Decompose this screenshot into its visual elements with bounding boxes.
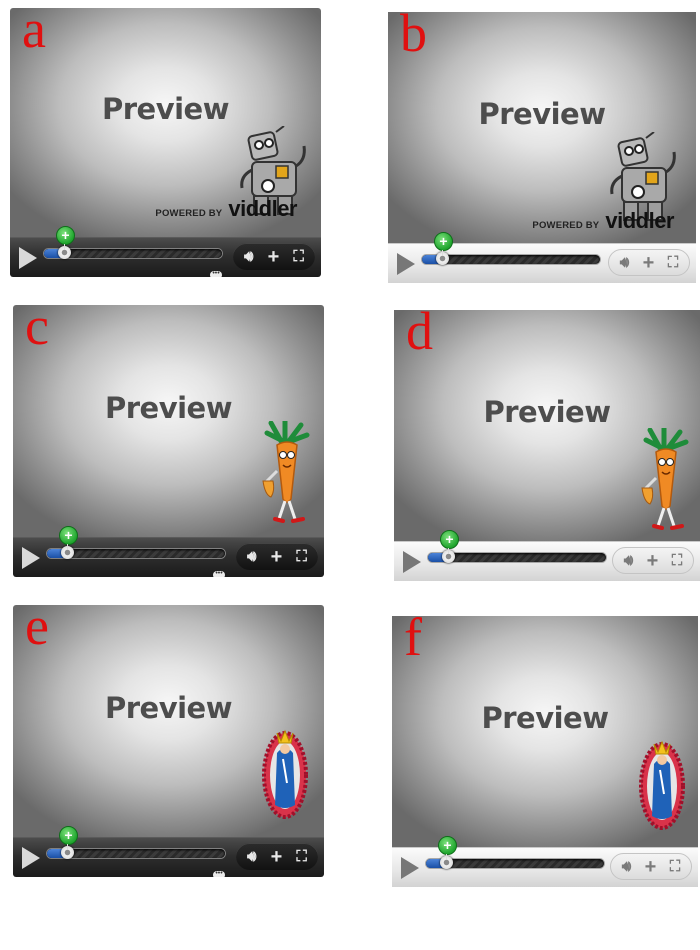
brand-logo: viddler bbox=[605, 208, 674, 233]
add-icon[interactable]: + bbox=[645, 857, 657, 877]
control-bar: + … 🔊︎ + ⛶ bbox=[388, 232, 696, 283]
panel-letter: e bbox=[25, 605, 49, 656]
panel-letter: b bbox=[400, 12, 427, 63]
add-comment-marker-icon[interactable]: + bbox=[56, 226, 75, 249]
carrot-icon bbox=[641, 428, 689, 530]
progress-track[interactable]: + ••• bbox=[47, 826, 225, 877]
player-controls: 🔊︎ + ⛶ bbox=[608, 249, 690, 276]
progress-track[interactable]: + … bbox=[428, 530, 606, 581]
add-icon[interactable]: + bbox=[271, 847, 283, 867]
add-icon[interactable]: + bbox=[643, 253, 655, 273]
powered-by-label: POWERED BY bbox=[532, 220, 600, 231]
video-screen[interactable]: d Preview bbox=[394, 310, 700, 542]
preview-label: Preview bbox=[104, 690, 233, 725]
fullscreen-icon[interactable]: ⛶ bbox=[296, 849, 307, 864]
comment-icon[interactable]: ••• bbox=[210, 270, 222, 277]
add-icon[interactable]: + bbox=[647, 551, 659, 571]
saint-medallion-icon bbox=[639, 740, 685, 830]
player-controls: 🔊︎ + ⛶ bbox=[236, 543, 318, 570]
fullscreen-icon[interactable]: ⛶ bbox=[672, 553, 683, 568]
panel-letter: d bbox=[406, 310, 433, 361]
add-icon[interactable]: + bbox=[268, 247, 280, 267]
video-screen[interactable]: a Preview POWERED BY viddler bbox=[10, 8, 321, 238]
play-icon[interactable] bbox=[401, 857, 419, 879]
progress-track[interactable]: + ••• bbox=[44, 226, 222, 277]
comment-icon[interactable]: … bbox=[592, 881, 604, 888]
play-icon[interactable] bbox=[19, 247, 37, 269]
player-f: f Preview + … 🔊︎ + ⛶ bbox=[392, 616, 698, 887]
powered-by-branding[interactable]: POWERED BY viddler bbox=[155, 196, 297, 222]
saint-medallion-icon bbox=[262, 729, 308, 819]
progress-track[interactable]: + … bbox=[422, 232, 600, 283]
fullscreen-icon[interactable]: ⛶ bbox=[668, 255, 679, 270]
comment-icon[interactable]: ••• bbox=[213, 570, 225, 577]
player-d: d Preview + … 🔊︎ + ⛶ bbox=[394, 310, 700, 581]
player-controls: 🔊︎ + ⛶ bbox=[612, 547, 694, 574]
add-icon[interactable]: + bbox=[271, 547, 283, 567]
control-bar: + … 🔊︎ + ⛶ bbox=[394, 530, 700, 581]
play-icon[interactable] bbox=[397, 253, 415, 275]
panel-letter: c bbox=[25, 305, 49, 356]
volume-icon[interactable]: 🔊︎ bbox=[624, 553, 633, 568]
progress-track[interactable]: + ••• bbox=[47, 526, 225, 577]
control-bar: + ••• 🔊︎ + ⛶ bbox=[13, 526, 324, 577]
player-c: c Preview + ••• 🔊︎ + ⛶ bbox=[13, 305, 324, 577]
volume-icon[interactable]: 🔊︎ bbox=[247, 549, 256, 564]
player-a: a Preview POWERED BY viddler + ••• 🔊︎ + … bbox=[10, 8, 321, 277]
powered-by-label: POWERED BY bbox=[155, 208, 223, 219]
video-screen[interactable]: c Preview bbox=[13, 305, 324, 538]
volume-icon[interactable]: 🔊︎ bbox=[247, 849, 256, 864]
add-comment-marker-icon[interactable]: + bbox=[440, 530, 459, 553]
brand-logo: viddler bbox=[228, 196, 297, 221]
video-screen[interactable]: f Preview bbox=[392, 616, 698, 848]
play-icon[interactable] bbox=[22, 847, 40, 869]
volume-icon[interactable]: 🔊︎ bbox=[620, 255, 629, 270]
player-controls: 🔊︎ + ⛶ bbox=[233, 243, 315, 270]
preview-label: Preview bbox=[101, 92, 230, 127]
video-screen[interactable]: b Preview POWERED BY viddler bbox=[388, 12, 696, 244]
comment-icon[interactable]: … bbox=[588, 277, 600, 284]
play-icon[interactable] bbox=[403, 551, 421, 573]
play-icon[interactable] bbox=[22, 547, 40, 569]
fullscreen-icon[interactable]: ⛶ bbox=[296, 549, 307, 564]
control-bar: + ••• 🔊︎ + ⛶ bbox=[13, 826, 324, 877]
control-bar: + … 🔊︎ + ⛶ bbox=[392, 836, 698, 887]
fullscreen-icon[interactable]: ⛶ bbox=[670, 859, 681, 874]
fullscreen-icon[interactable]: ⛶ bbox=[293, 249, 304, 264]
add-comment-marker-icon[interactable]: + bbox=[434, 232, 453, 255]
player-controls: 🔊︎ + ⛶ bbox=[610, 853, 692, 880]
panel-letter: a bbox=[22, 8, 46, 59]
control-bar: + ••• 🔊︎ + ⛶ bbox=[10, 226, 321, 277]
preview-label: Preview bbox=[104, 390, 233, 425]
video-screen[interactable]: e Preview bbox=[13, 605, 324, 838]
comment-icon[interactable]: … bbox=[594, 575, 606, 582]
preview-label: Preview bbox=[478, 97, 606, 132]
volume-icon[interactable]: 🔊︎ bbox=[622, 859, 631, 874]
player-e: e Preview + ••• 🔊︎ + ⛶ bbox=[13, 605, 324, 877]
add-comment-marker-icon[interactable]: + bbox=[59, 526, 78, 549]
panel-letter: f bbox=[404, 616, 422, 667]
comment-icon[interactable]: ••• bbox=[213, 870, 225, 877]
volume-icon[interactable]: 🔊︎ bbox=[244, 249, 253, 264]
preview-label: Preview bbox=[483, 395, 611, 430]
add-comment-marker-icon[interactable]: + bbox=[59, 826, 78, 849]
powered-by-branding[interactable]: POWERED BY viddler bbox=[532, 208, 674, 234]
add-comment-marker-icon[interactable]: + bbox=[438, 836, 457, 859]
progress-track[interactable]: + … bbox=[426, 836, 604, 887]
player-b: b Preview POWERED BY viddler + … 🔊︎ + ⛶ bbox=[388, 12, 696, 283]
player-controls: 🔊︎ + ⛶ bbox=[236, 843, 318, 870]
carrot-icon bbox=[262, 421, 310, 523]
preview-label: Preview bbox=[481, 701, 609, 736]
